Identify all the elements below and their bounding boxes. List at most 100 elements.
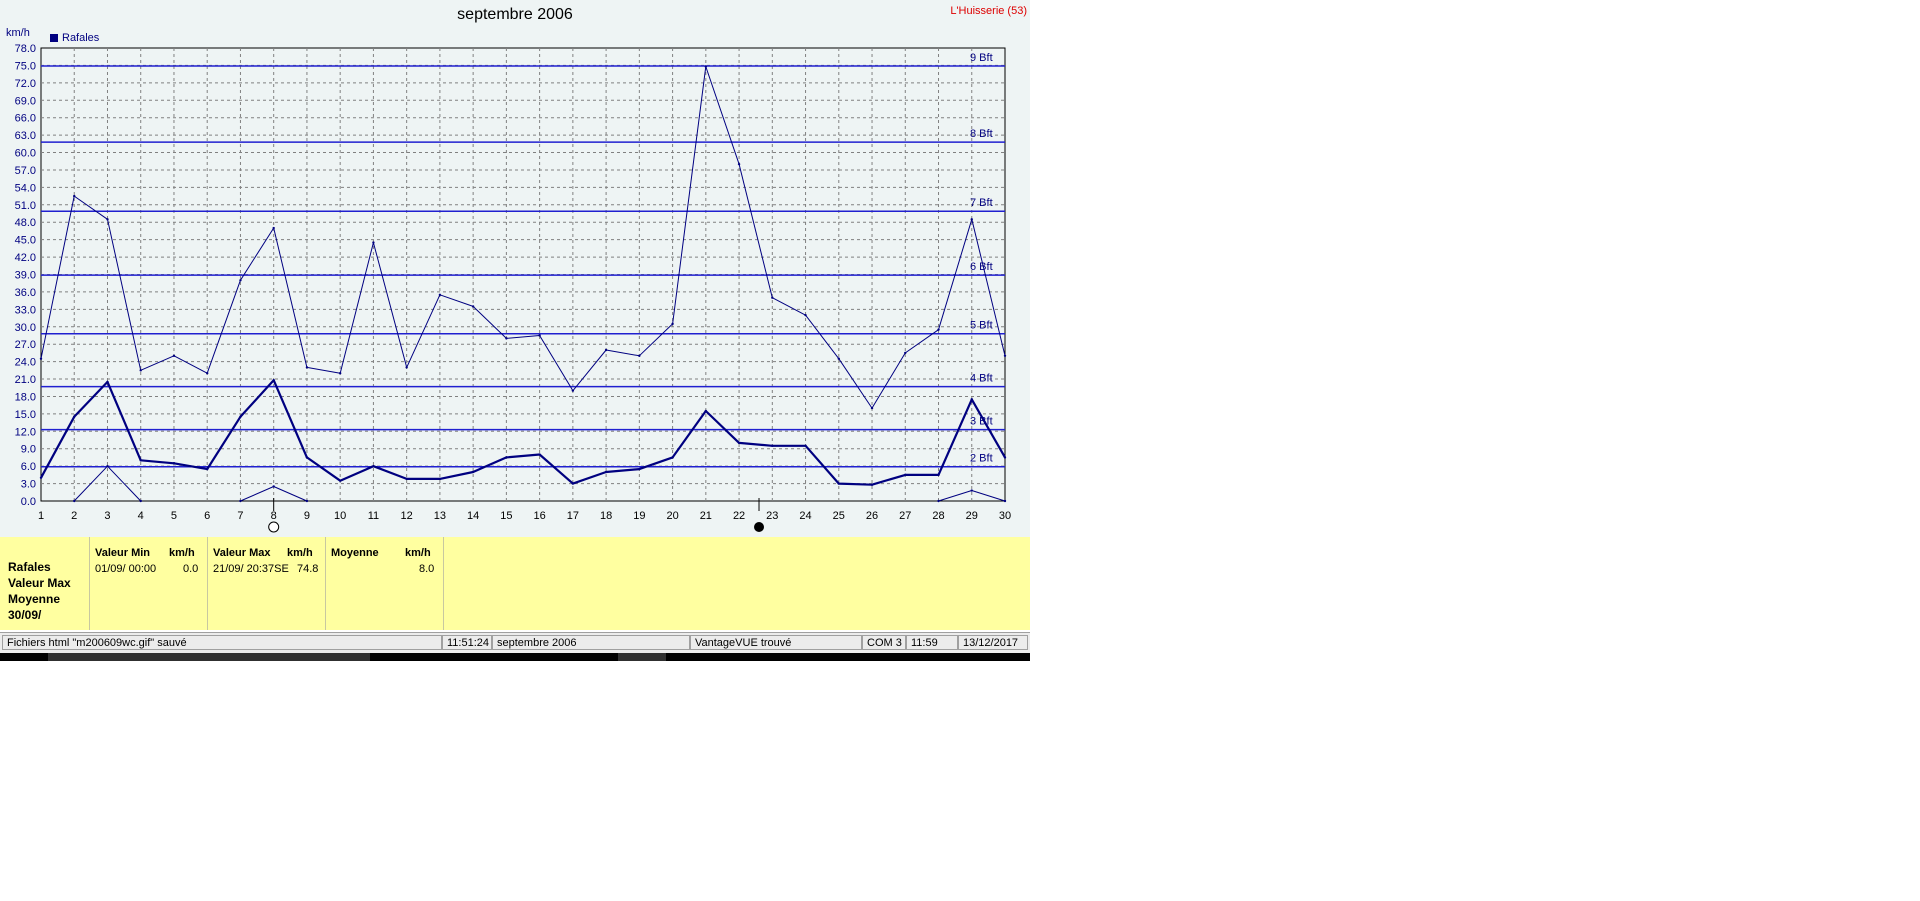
- x-tick-label: 9: [304, 510, 310, 522]
- x-tick-label: 28: [932, 510, 944, 522]
- unit-label: km/h: [6, 27, 30, 39]
- y-tick-label: 0.0: [21, 496, 36, 508]
- x-tick-label: 23: [766, 510, 778, 522]
- x-tick-label: 2: [71, 510, 77, 522]
- min-header: Valeur Min: [95, 547, 151, 559]
- max-header: Valeur Max: [213, 547, 271, 559]
- x-tick-label: 29: [966, 510, 978, 522]
- data-point-min: [106, 464, 109, 468]
- beaufort-label: 5 Bft: [970, 320, 993, 332]
- x-tick-label: 10: [334, 510, 346, 522]
- taskbar: [0, 653, 1030, 661]
- app-window: 0.0 3.0 6.0 9.0 12.0 15.0 18.0 21.0 24.0 27.0 30.0…: [0, 0, 1030, 666]
- data-point-mean: [372, 464, 375, 468]
- y-tick-label: 42.0: [15, 252, 36, 264]
- x-tick-label: 18: [600, 510, 612, 522]
- data-point-max: [438, 293, 442, 297]
- new-moon-icon: [754, 522, 765, 532]
- x-tick-label: 22: [733, 510, 745, 522]
- info-label-date: 30/09/: [8, 608, 42, 622]
- chart-title: septembre 2006: [457, 6, 573, 23]
- data-point-mean: [438, 477, 442, 481]
- min-value: 0.0: [183, 563, 199, 575]
- data-point-mean: [305, 456, 309, 459]
- data-point-mean: [338, 479, 342, 482]
- info-label-rafales: Rafales: [8, 560, 51, 574]
- data-point-max: [538, 334, 541, 337]
- avg-header: Moyenne: [331, 547, 379, 559]
- status-date: 13/12/2017: [958, 635, 1028, 650]
- data-point-max: [172, 354, 176, 358]
- data-point-mean: [206, 467, 209, 471]
- avg-unit: km/h: [405, 547, 431, 559]
- data-point-mean: [771, 444, 774, 448]
- y-tick-label: 57.0: [15, 165, 36, 177]
- info-label-max: Valeur Max: [8, 576, 71, 590]
- x-tick-label: 13: [434, 510, 446, 522]
- data-point-max: [1003, 354, 1007, 358]
- status-clock: 11:59: [906, 635, 958, 650]
- y-tick-label: 30.0: [15, 322, 36, 334]
- info-panel: Rafales Valeur Max Moyenne 30/09/ Valeur…: [0, 537, 1030, 630]
- y-tick-label: 27.0: [15, 339, 36, 351]
- y-tick-label: 18.0: [15, 391, 36, 403]
- max-date: 21/09/ 20:37SE: [213, 563, 289, 575]
- data-point-mean: [970, 398, 973, 401]
- data-point-max: [405, 366, 408, 369]
- x-tick-label: 8: [271, 510, 277, 522]
- info-row-labels: Rafales Valeur Max Moyenne 30/09/: [8, 559, 71, 623]
- data-point-min: [239, 499, 242, 503]
- data-point-max: [206, 372, 209, 375]
- data-point-mean: [172, 462, 176, 465]
- data-point-min: [970, 489, 973, 492]
- info-avg-column: Moyenne km/h 8.0: [325, 537, 444, 630]
- data-point-min: [1003, 499, 1007, 503]
- status-port: COM 3: [862, 635, 906, 650]
- status-message: Fichiers html "m200609wc.gif" sauvé: [2, 635, 442, 650]
- taskbar-button[interactable]: [48, 653, 370, 661]
- y-tick-label: 75.0: [15, 60, 36, 72]
- beaufort-label: 7 Bft: [970, 197, 993, 209]
- data-point-max: [571, 389, 575, 392]
- info-labels-column: Rafales Valeur Max Moyenne 30/09/: [0, 537, 90, 630]
- data-point-mean: [272, 379, 275, 382]
- data-point-mean: [106, 380, 109, 384]
- data-point-mean: [804, 444, 807, 448]
- legend-label: Rafales: [62, 32, 100, 44]
- legend-swatch: [50, 34, 58, 42]
- chart-panel: 0.0 3.0 6.0 9.0 12.0 15.0 18.0 21.0 24.0 27.0 30.0…: [0, 0, 1030, 537]
- gust-chart: 0.0 3.0 6.0 9.0 12.0 15.0 18.0 21.0 24.0 27.0 30.0…: [15, 43, 1011, 533]
- data-point-max: [73, 194, 76, 198]
- data-point-mean: [837, 482, 840, 485]
- y-tick-label: 60.0: [15, 148, 36, 160]
- y-tick-label: 12.0: [15, 426, 36, 438]
- taskbar-button[interactable]: [618, 653, 666, 661]
- data-point-max: [139, 369, 142, 372]
- data-point-max: [671, 322, 674, 326]
- beaufort-label: 2 Bft: [970, 453, 993, 465]
- beaufort-label: 6 Bft: [970, 261, 993, 273]
- status-time: 11:51:24: [442, 635, 492, 650]
- x-tick-label: 12: [401, 510, 413, 522]
- y-tick-label: 72.0: [15, 78, 36, 90]
- min-unit: km/h: [169, 547, 195, 559]
- status-station: VantageVUE trouvé: [690, 635, 862, 650]
- data-point-max: [970, 218, 973, 221]
- data-point-mean: [904, 473, 907, 477]
- y-tick-label: 21.0: [15, 374, 36, 386]
- data-point-max: [505, 337, 508, 340]
- data-point-max: [837, 357, 840, 360]
- data-point-mean: [505, 456, 508, 459]
- x-tick-label: 6: [204, 510, 210, 522]
- status-bar: Fichiers html "m200609wc.gif" sauvé 11:5…: [0, 632, 1030, 653]
- data-point-mean: [1003, 456, 1007, 459]
- data-point-mean: [671, 456, 674, 459]
- data-point-mean: [139, 459, 142, 462]
- data-point-max: [39, 357, 43, 360]
- y-tick-label: 66.0: [15, 113, 36, 125]
- y-tick-label: 9.0: [21, 444, 36, 456]
- y-tick-label: 24.0: [15, 357, 36, 369]
- data-point-mean: [704, 409, 708, 413]
- y-tick-label: 69.0: [15, 95, 36, 107]
- data-point-min: [73, 499, 76, 503]
